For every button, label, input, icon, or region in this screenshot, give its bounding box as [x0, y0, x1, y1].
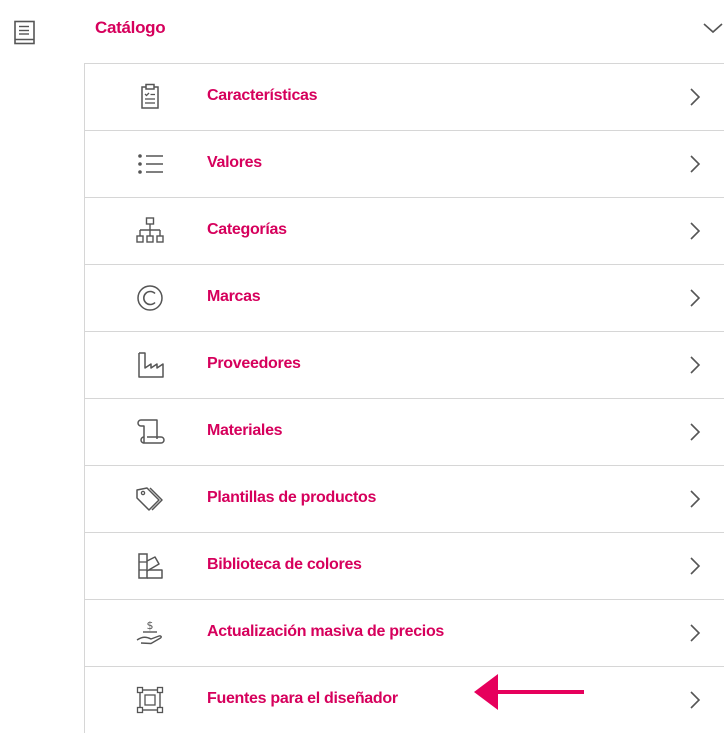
clipboard-checklist-icon — [141, 83, 159, 109]
color-swatches-icon — [138, 553, 163, 579]
chevron-right-icon — [690, 423, 701, 441]
menu-item-proveedores[interactable]: Proveedores — [85, 332, 724, 399]
menu-item-label: Fuentes para el diseñador — [207, 690, 398, 707]
catalog-menu-page: Catálogo Características Valores Categor… — [0, 0, 724, 733]
tags-icon — [136, 487, 163, 511]
menu-item-label: Valores — [207, 154, 262, 171]
chevron-right-icon — [690, 691, 701, 709]
menu-item-label: Plantillas de productos — [207, 489, 377, 506]
catalog-submenu-list: Características Valores Categorías Marca… — [84, 63, 724, 733]
menu-item-biblioteca-colores[interactable]: Biblioteca de colores — [85, 533, 724, 600]
menu-item-label: Características — [207, 87, 318, 104]
menu-item-categorias[interactable]: Categorías — [85, 198, 724, 265]
menu-item-valores[interactable]: Valores — [85, 131, 724, 198]
menu-item-label: Actualización masiva de precios — [207, 623, 445, 640]
menu-item-marcas[interactable]: Marcas — [85, 265, 724, 332]
chevron-right-icon — [690, 289, 701, 307]
menu-item-label: Categorías — [207, 221, 287, 238]
catalog-section-title: Catálogo — [95, 18, 166, 37]
chevron-right-icon — [690, 155, 701, 173]
catalog-section-header[interactable]: Catálogo — [0, 0, 724, 62]
chevron-right-icon — [690, 356, 701, 374]
menu-item-label: Proveedores — [207, 355, 301, 372]
list-icon — [138, 154, 163, 174]
annotation-arrow-icon — [474, 674, 584, 710]
factory-icon — [138, 352, 164, 378]
menu-item-label: Materiales — [207, 422, 283, 439]
designer-frame-icon — [136, 686, 164, 714]
chevron-right-icon — [690, 624, 701, 642]
menu-item-materiales[interactable]: Materiales — [85, 399, 724, 466]
hierarchy-icon — [136, 217, 164, 243]
menu-item-caracteristicas[interactable]: Características — [85, 64, 724, 131]
menu-item-plantillas[interactable]: Plantillas de productos — [85, 466, 724, 533]
price-update-icon: $ — [136, 619, 162, 645]
catalog-book-icon — [14, 20, 35, 45]
menu-item-label: Marcas — [207, 288, 261, 305]
chevron-down-icon[interactable] — [702, 20, 724, 36]
copyright-icon — [137, 285, 163, 311]
scroll-icon — [137, 419, 165, 444]
menu-item-label: Biblioteca de colores — [207, 556, 362, 573]
menu-item-fuentes-disenador[interactable]: Fuentes para el diseñador — [85, 667, 724, 733]
chevron-right-icon — [690, 490, 701, 508]
chevron-right-icon — [690, 88, 701, 106]
svg-text:$: $ — [147, 619, 154, 632]
chevron-right-icon — [690, 557, 701, 575]
menu-item-actualizacion-precios[interactable]: $ Actualización masiva de precios — [85, 600, 724, 667]
chevron-right-icon — [690, 222, 701, 240]
